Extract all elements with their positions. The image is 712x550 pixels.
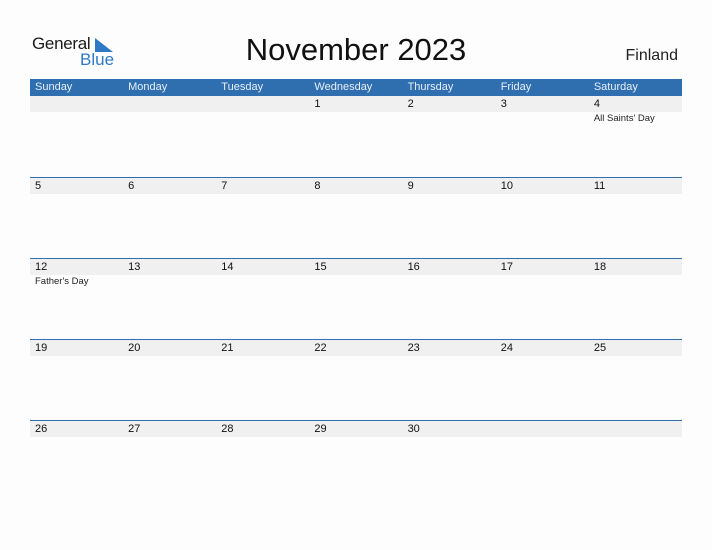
day-number: 21	[216, 340, 310, 356]
day-number: 5	[30, 178, 124, 194]
day-cell: 23	[402, 340, 496, 420]
day-cell	[216, 96, 310, 177]
day-cell	[123, 96, 217, 177]
day-number: 12	[30, 259, 124, 275]
day-number: 16	[402, 259, 496, 275]
day-cell: 28	[216, 421, 310, 501]
day-cell: 20	[123, 340, 217, 420]
week-row: 1 2 3 4 All Saints' Day	[30, 96, 682, 177]
day-number: 15	[309, 259, 403, 275]
day-number: 25	[588, 340, 682, 356]
day-number	[30, 96, 124, 112]
day-number: 23	[402, 340, 496, 356]
day-cell: 1	[309, 96, 403, 177]
weekday-monday: Monday	[128, 81, 168, 93]
weekday-wednesday: Wednesday	[314, 81, 373, 93]
day-cell	[588, 421, 682, 501]
day-cell: 8	[309, 178, 403, 258]
day-number	[495, 421, 589, 437]
day-number: 1	[309, 96, 403, 112]
weekday-saturday: Saturday	[593, 81, 638, 93]
day-number: 14	[216, 259, 310, 275]
day-cell: 3	[495, 96, 589, 177]
day-number: 27	[123, 421, 217, 437]
day-cell: 4 All Saints' Day	[588, 96, 682, 177]
week-row: 19 20 21 22 23 24 25	[30, 339, 682, 420]
day-number: 7	[216, 178, 310, 194]
weekday-tuesday: Tuesday	[221, 81, 264, 93]
day-cell: 19	[30, 340, 124, 420]
day-number: 9	[402, 178, 496, 194]
day-cell	[30, 96, 124, 177]
country-label: Finland	[625, 47, 678, 64]
day-cell: 27	[123, 421, 217, 501]
day-cell: 16	[402, 259, 496, 339]
weekday-thursday: Thursday	[407, 81, 454, 93]
day-number	[588, 421, 682, 437]
day-number: 18	[588, 259, 682, 275]
day-number: 24	[495, 340, 589, 356]
day-cell: 9	[402, 178, 496, 258]
day-cell: 30	[402, 421, 496, 501]
day-number: 26	[30, 421, 124, 437]
day-number: 30	[402, 421, 496, 437]
day-cell: 2	[402, 96, 496, 177]
day-cell: 7	[216, 178, 310, 258]
day-number: 29	[309, 421, 403, 437]
day-cell: 25	[588, 340, 682, 420]
day-cell: 6	[123, 178, 217, 258]
week-row: 5 6 7 8 9 10 11	[30, 177, 682, 258]
day-number: 4	[588, 96, 682, 112]
calendar-title: November 2023	[245, 32, 467, 67]
day-cell: 13	[123, 259, 217, 339]
holiday-label: All Saints' Day	[593, 113, 655, 124]
weekday-friday: Friday	[500, 81, 532, 93]
day-cell: 18	[588, 259, 682, 339]
day-number: 17	[495, 259, 589, 275]
weekday-header: Sunday Monday Tuesday Wednesday Thursday Frid…	[30, 79, 682, 96]
weekday-sunday: Sunday	[35, 81, 73, 93]
day-number	[123, 96, 217, 112]
day-number: 13	[123, 259, 217, 275]
day-cell: 24	[495, 340, 589, 420]
day-cell: 11	[588, 178, 682, 258]
day-cell: 15	[309, 259, 403, 339]
day-number: 20	[123, 340, 217, 356]
calendar-grid: Sunday Monday Tuesday Wednesday Thursday Frid…	[30, 79, 682, 501]
week-row: 26 27 28 29 30	[30, 420, 682, 501]
day-number: 3	[495, 96, 589, 112]
day-cell: 21	[216, 340, 310, 420]
week-row: 12 Father's Day 13 14 15 16 17 18	[30, 258, 682, 339]
day-cell: 5	[30, 178, 124, 258]
day-cell: 22	[309, 340, 403, 420]
day-number	[216, 96, 310, 112]
day-cell: 17	[495, 259, 589, 339]
day-number: 11	[588, 178, 682, 194]
day-cell: 12 Father's Day	[30, 259, 124, 339]
day-number: 28	[216, 421, 310, 437]
day-number: 22	[309, 340, 403, 356]
day-number: 10	[495, 178, 589, 194]
day-cell	[495, 421, 589, 501]
day-number: 2	[402, 96, 496, 112]
day-number: 6	[123, 178, 217, 194]
day-number: 8	[309, 178, 403, 194]
day-cell: 26	[30, 421, 124, 501]
day-number: 19	[30, 340, 124, 356]
day-cell: 10	[495, 178, 589, 258]
day-cell: 29	[309, 421, 403, 501]
day-cell: 14	[216, 259, 310, 339]
holiday-label: Father's Day	[35, 276, 89, 287]
